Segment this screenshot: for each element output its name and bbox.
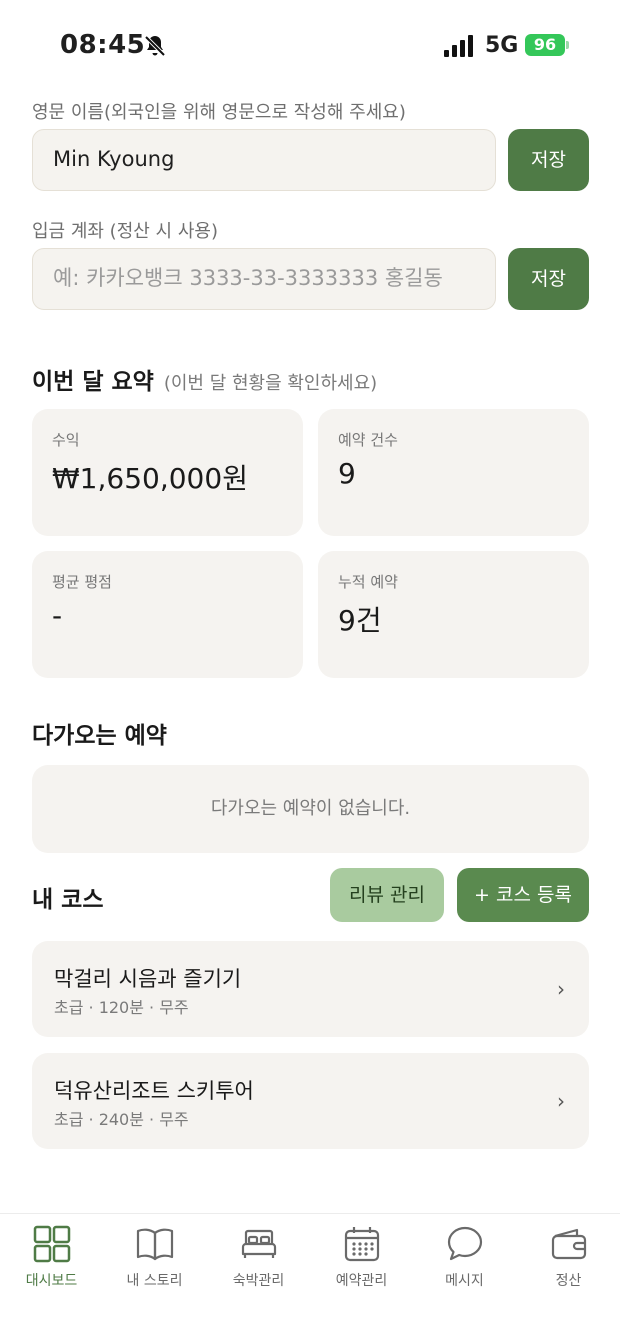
- summary-subtitle: (이번 달 현황을 확인하세요): [163, 373, 378, 394]
- battery-level: 96: [533, 35, 557, 54]
- tab-label: 숙박관리: [232, 1273, 285, 1289]
- bell-muted-icon: [144, 35, 166, 57]
- review-management-button[interactable]: 리뷰 관리: [330, 868, 444, 922]
- english-name-field[interactable]: Min Kyoung: [32, 129, 496, 191]
- card-value: -: [52, 599, 63, 632]
- bank-account-field[interactable]: 예: 카카오뱅크 3333-33-3333333 홍길동: [32, 248, 496, 310]
- course-meta: 초급 · 240분 · 무주: [54, 1110, 189, 1129]
- tab-label: 메시지: [445, 1273, 484, 1289]
- card-label: 누적 예약: [338, 573, 398, 591]
- course-name: 막걸리 시음과 즐기기: [54, 967, 242, 991]
- card-label: 수익: [52, 431, 80, 449]
- total-bookings-card: 누적 예약 9건: [318, 551, 589, 678]
- battery-tip: [566, 41, 569, 49]
- tab-label: 정산: [555, 1273, 582, 1289]
- card-label: 예약 건수: [338, 431, 398, 449]
- add-course-button[interactable]: + 코스 등록: [457, 868, 589, 922]
- battery-icon: 96: [525, 34, 565, 56]
- tab-reservations[interactable]: 예약관리: [310, 1224, 413, 1290]
- card-value: 9: [338, 457, 356, 490]
- chevron-right-icon: ›: [557, 1089, 565, 1113]
- courses-title: 내 코스: [32, 887, 104, 913]
- chat-bubble-icon: [447, 1226, 482, 1261]
- upcoming-title: 다가오는 예약: [32, 723, 167, 749]
- card-value: 9건: [338, 604, 382, 637]
- chevron-right-icon: ›: [557, 977, 565, 1001]
- grid-icon: [33, 1225, 70, 1263]
- summary-title: 이번 달 요약 (이번 달 현황을 확인하세요): [32, 362, 377, 396]
- save-english-name-button[interactable]: 저장: [508, 129, 589, 191]
- revenue-card: 수익 ₩1,650,000원: [32, 409, 303, 536]
- bed-icon: [241, 1229, 276, 1258]
- save-bank-account-button[interactable]: 저장: [508, 248, 589, 310]
- summary-title-text: 이번 달 요약: [32, 369, 154, 395]
- tab-settlement[interactable]: 정산: [517, 1224, 620, 1290]
- tab-my-story[interactable]: 내 스토리: [103, 1224, 206, 1290]
- network-type: 5G: [485, 33, 519, 58]
- tab-messages[interactable]: 메시지: [413, 1224, 516, 1290]
- status-time: 08:45: [60, 30, 146, 60]
- card-label: 평균 평점: [52, 573, 112, 591]
- course-name: 덕유산리조트 스키투어: [54, 1079, 254, 1103]
- book-icon: [136, 1228, 173, 1261]
- bookings-count-card: 예약 건수 9: [318, 409, 589, 536]
- tab-dashboard[interactable]: 대시보드: [0, 1224, 103, 1290]
- course-item[interactable]: 덕유산리조트 스키투어 초급 · 240분 · 무주 ›: [32, 1053, 589, 1149]
- signal-icon: [444, 35, 473, 57]
- bank-account-label: 입금 계좌 (정산 시 사용): [32, 221, 218, 242]
- card-value: ₩1,650,000원: [52, 462, 248, 495]
- course-item[interactable]: 막걸리 시음과 즐기기 초급 · 120분 · 무주 ›: [32, 941, 589, 1037]
- tab-lodging[interactable]: 숙박관리: [207, 1224, 310, 1290]
- tab-label: 대시보드: [25, 1273, 78, 1289]
- bottom-tab-bar: 대시보드 내 스토리 숙박관리 예약관리 메시지 정산: [0, 1213, 620, 1344]
- tab-label: 예약관리: [335, 1273, 388, 1289]
- course-meta: 초급 · 120분 · 무주: [54, 998, 189, 1017]
- tab-label: 내 스토리: [126, 1273, 183, 1289]
- calendar-icon: [344, 1227, 379, 1262]
- status-bar: 08:45 5G 96: [0, 0, 620, 90]
- wallet-icon: [551, 1228, 586, 1260]
- average-rating-card: 평균 평점 -: [32, 551, 303, 678]
- english-name-label: 영문 이름(외국인을 위해 영문으로 작성해 주세요): [32, 102, 406, 123]
- upcoming-empty-state: 다가오는 예약이 없습니다.: [32, 765, 589, 853]
